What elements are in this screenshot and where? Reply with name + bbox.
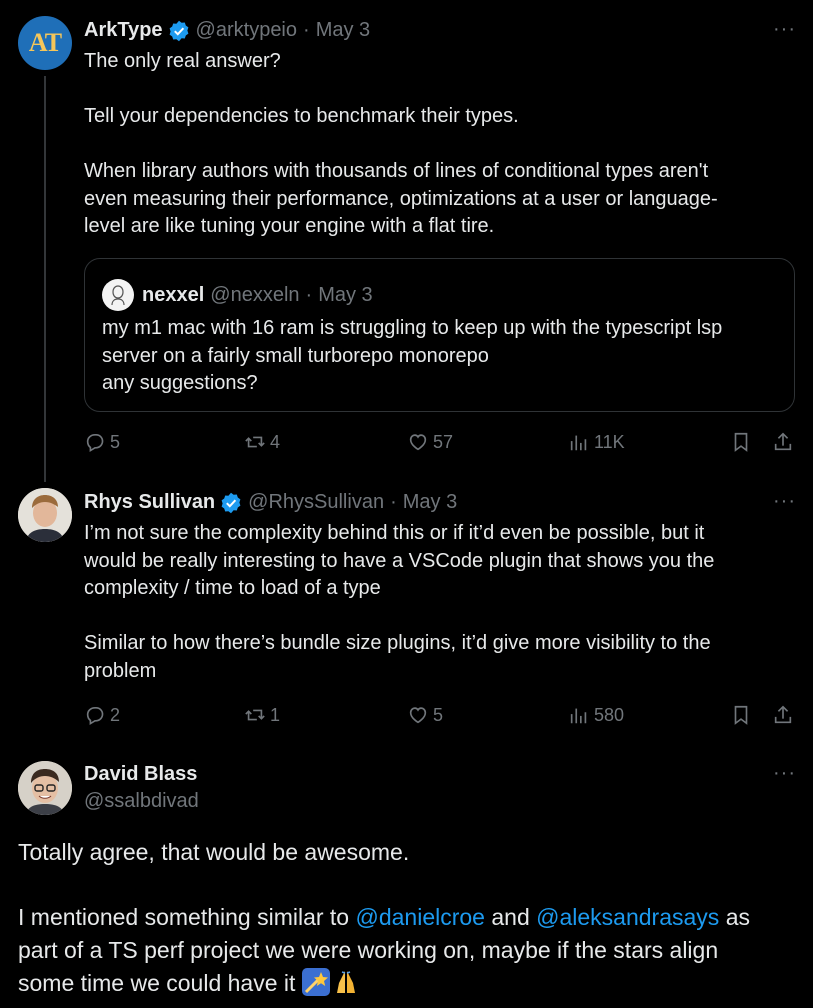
like-button[interactable]: 57 — [407, 427, 453, 457]
repost-icon — [245, 436, 265, 448]
shooting-star-emoji-icon — [301, 968, 330, 996]
tweet-header: ArkType @arktypeio · May 3 — [84, 19, 370, 42]
bookmark-button[interactable] — [730, 700, 756, 730]
repost-icon — [245, 709, 265, 721]
like-icon — [409, 707, 427, 724]
tweet-rhys-sullivan[interactable]: Rhys Sullivan @RhysSullivan · May 3 ··· … — [0, 480, 813, 745]
repost-button[interactable]: 1 — [244, 700, 280, 730]
reply-icon — [86, 707, 104, 725]
verified-badge-icon — [169, 20, 188, 41]
avatar-initials: AT — [28, 28, 62, 57]
tweet-text: The only real answer? Tell your dependen… — [84, 50, 718, 237]
folded-hands-emoji-icon — [332, 968, 360, 996]
views-icon — [570, 435, 587, 451]
tweet-actions: 5 4 57 11K — [0, 427, 813, 457]
reply-count: 5 — [110, 431, 121, 452]
tweet-text-segment: and — [484, 904, 537, 930]
view-count: 580 — [594, 704, 625, 725]
quoted-tweet-text: my m1 mac with 16 ram is struggling to k… — [102, 317, 723, 394]
tweet-text-segment: part of a TS perf project we were workin… — [18, 937, 719, 963]
tweet-header: David Blass — [84, 763, 197, 786]
views-button[interactable]: 580 — [568, 700, 624, 730]
avatar[interactable]: AT — [18, 16, 72, 70]
handle[interactable]: @arktypeio — [196, 19, 297, 42]
person-avatar-image — [18, 488, 72, 542]
display-name[interactable]: Rhys Sullivan — [84, 491, 215, 514]
tweet-header: Rhys Sullivan @RhysSullivan · May 3 — [84, 491, 457, 514]
reply-button[interactable]: 5 — [84, 427, 120, 457]
repost-count: 1 — [270, 704, 281, 725]
quoted-timestamp[interactable]: May 3 — [318, 284, 372, 307]
view-count: 11K — [594, 431, 625, 452]
repost-button[interactable]: 4 — [244, 427, 280, 457]
quoted-display-name[interactable]: nexxel — [142, 284, 204, 307]
timestamp[interactable]: May 3 — [403, 491, 457, 514]
bookmark-icon — [734, 432, 748, 452]
verified-badge-icon — [221, 492, 241, 513]
like-count: 57 — [433, 431, 454, 452]
views-icon — [570, 708, 587, 724]
tweet-text-paragraph: I mentioned something similar to @daniel… — [18, 901, 808, 1000]
tweet-text-segment: as — [719, 904, 750, 930]
reply-icon — [86, 434, 104, 452]
tweet-text: I’m not sure the complexity behind this … — [84, 522, 715, 682]
quoted-tweet-header: nexxel @nexxeln · May 3 — [102, 279, 373, 311]
person-avatar-image — [18, 761, 72, 815]
share-button[interactable] — [772, 700, 798, 730]
handle[interactable]: @RhysSullivan — [248, 491, 384, 514]
display-name[interactable]: ArkType — [84, 19, 163, 42]
more-icon[interactable]: ··· — [773, 491, 795, 518]
quoted-handle[interactable]: @nexxeln — [210, 284, 299, 307]
like-count: 5 — [433, 704, 444, 725]
more-icon[interactable]: ··· — [773, 19, 795, 46]
avatar[interactable] — [102, 279, 134, 311]
like-button[interactable]: 5 — [407, 700, 443, 730]
handle[interactable]: @ssalbdivad — [84, 790, 199, 813]
tweet-text-line-1: Totally agree, that would be awesome. — [18, 839, 410, 865]
repost-count: 4 — [270, 431, 281, 452]
separator-dot: · — [305, 283, 313, 306]
quoted-tweet[interactable]: nexxel @nexxeln · May 3 my m1 mac with 1… — [84, 258, 795, 412]
bookmark-button[interactable] — [730, 427, 756, 457]
separator-dot: · — [303, 19, 310, 41]
tweet-actions: 2 1 5 580 — [0, 700, 813, 730]
separator-dot: · — [390, 491, 397, 513]
tweet-david-blass[interactable]: David Blass @ssalbdivad ··· Totally agre… — [0, 752, 813, 1008]
like-icon — [409, 434, 427, 451]
tweet-text-segment: I mentioned something similar to — [18, 904, 356, 930]
bookmark-icon — [734, 705, 748, 725]
share-icon — [774, 432, 792, 451]
display-name[interactable]: David Blass — [84, 763, 197, 786]
share-button[interactable] — [772, 427, 798, 457]
tweet-arktype[interactable]: AT ArkType @arktypeio · May 3 ··· The on… — [0, 0, 813, 470]
views-button[interactable]: 11K — [568, 427, 625, 457]
avatar[interactable] — [18, 761, 72, 815]
mention-link[interactable]: @danielcroe — [356, 904, 485, 930]
mention-link[interactable]: @aleksandrasays — [536, 904, 719, 930]
more-icon[interactable]: ··· — [773, 763, 795, 790]
timestamp[interactable]: May 3 — [316, 19, 370, 42]
tweet-text-segment: some time we could have it — [18, 970, 302, 996]
reply-button[interactable]: 2 — [84, 700, 120, 730]
quoted-avatar-icon — [111, 285, 125, 306]
avatar[interactable] — [18, 488, 72, 542]
reply-count: 2 — [110, 704, 121, 725]
share-icon — [774, 705, 792, 724]
